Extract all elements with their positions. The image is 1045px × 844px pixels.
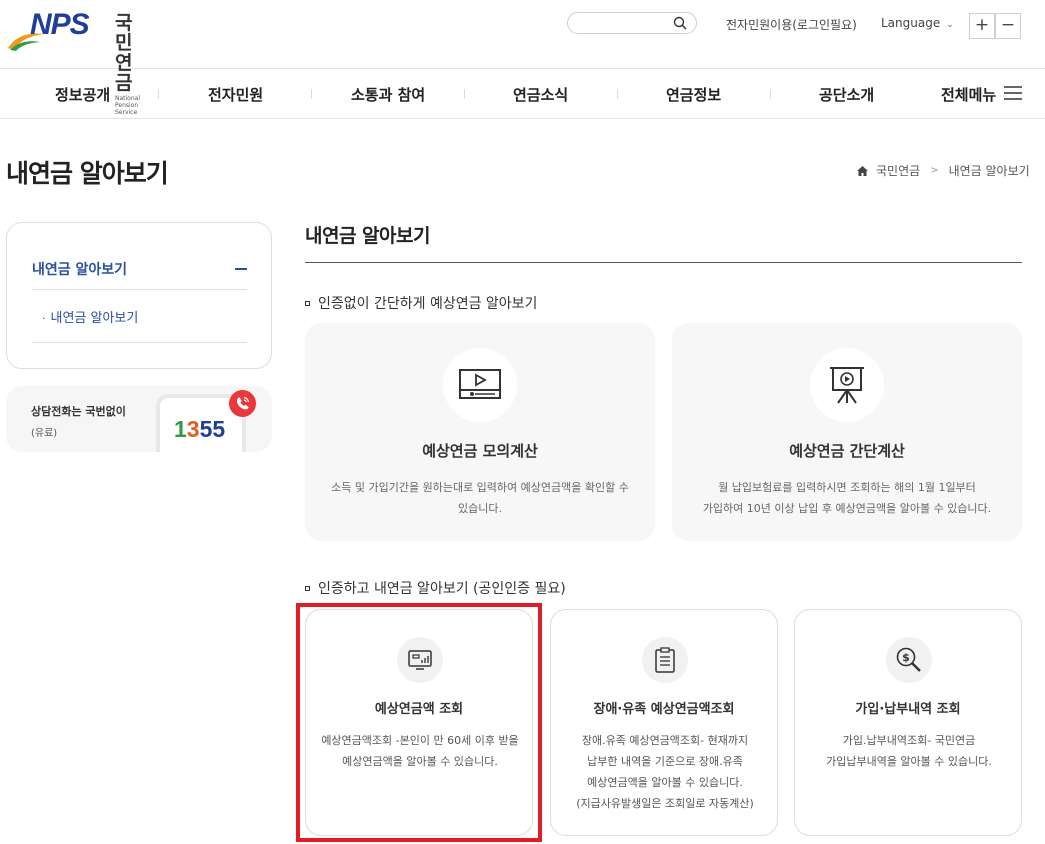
card-title: 예상연금 모의계산: [422, 442, 538, 460]
video-play-icon: [459, 369, 501, 399]
card-title: 장애·유족 예상연금액조회: [593, 702, 735, 717]
nav-divider: [617, 89, 618, 99]
highlight-annotation-box: [296, 603, 542, 842]
phone-call-icon: [229, 390, 256, 417]
page-title: 내연금 알아보기: [6, 159, 169, 188]
icon-circle: [642, 637, 688, 683]
card-title: 가입·납부내역 조회: [855, 702, 961, 717]
call-center-text: 상담전화는 국번없이: [31, 405, 126, 418]
nav-item-pension-info[interactable]: 연금정보: [666, 84, 721, 105]
square-bullet-icon: [305, 585, 310, 591]
zoom-in-button[interactable]: +: [969, 13, 995, 39]
bullet-icon: ·: [42, 312, 46, 325]
call-center-number: 1355: [174, 416, 226, 442]
divider: [32, 289, 247, 290]
language-label: Language: [881, 16, 941, 30]
nav-divider: [464, 89, 465, 99]
section-heading: 인증하고 내연금 알아보기 (공인인증 필요): [305, 578, 566, 598]
section-heading-text: 인증없이 간단하게 예상연금 알아보기: [318, 296, 538, 312]
logo-mark: NPS: [6, 8, 106, 52]
nav-item-pension-news[interactable]: 연금소식: [513, 84, 568, 105]
divider: [32, 342, 247, 343]
nav-item-info-disclosure[interactable]: 정보공개: [55, 84, 110, 105]
presentation-play-icon: [830, 367, 864, 404]
nav-item-eservice[interactable]: 전자민원: [208, 84, 263, 105]
section-heading: 인증없이 간단하게 예상연금 알아보기: [305, 293, 537, 313]
header: NPS 국민연금 National Pension Service 전자민원이용…: [0, 0, 1045, 116]
card-pension-simulation[interactable]: 예상연금 모의계산 소득 및 가입기간을 원하는대로 입력하여 예상연금액을 확…: [305, 323, 655, 541]
card-description: 소득 및 가입기간을 원하는대로 입력하여 예상연금액을 확인할 수 있습니다.: [331, 481, 629, 515]
icon-circle: [810, 348, 884, 422]
title-divider: [305, 262, 1022, 263]
chevron-right-icon: >: [930, 165, 939, 176]
breadcrumb-item[interactable]: 내연금 알아보기: [949, 162, 1030, 179]
hamburger-menu-icon[interactable]: [1004, 85, 1022, 101]
card-pension-simple-calc[interactable]: 예상연금 간단계산 월 납입보험료를 입력하시면 조회하는 해의 1월 1일부터…: [672, 323, 1022, 541]
side-menu-item-label: 내연금 알아보기: [50, 311, 139, 326]
icon-circle: $: [886, 637, 932, 683]
nav-item-communication[interactable]: 소통과 참여: [351, 84, 425, 105]
nav-divider: [158, 89, 159, 99]
nps-logo[interactable]: NPS 국민연금 National Pension Service: [6, 8, 140, 116]
side-menu-item[interactable]: · 내연금 알아보기: [42, 307, 138, 326]
side-menu: 내연금 알아보기 · 내연금 알아보기: [6, 222, 272, 369]
nav-item-about[interactable]: 공단소개: [819, 84, 874, 105]
side-menu-title[interactable]: 내연금 알아보기: [32, 259, 127, 279]
card-title: 예상연금 간단계산: [789, 442, 905, 460]
zoom-out-button[interactable]: −: [995, 13, 1021, 39]
card-enrollment-payment-history[interactable]: $ 가입·납부내역 조회 가입.납부내역조회- 국민연금 가입납부내역을 알아볼…: [794, 609, 1022, 836]
breadcrumb-item[interactable]: 국민연금: [876, 162, 920, 179]
money-search-icon: $: [896, 647, 921, 672]
card-description: 장애.유족 예상연금액조회- 현재까지 납부한 내역을 기준으로 장애.유족 예…: [576, 734, 754, 810]
call-center-fee-note: (유료): [31, 428, 58, 439]
section-heading-text: 인증하고 내연금 알아보기 (공인인증 필요): [318, 581, 566, 597]
nav-divider: [311, 89, 312, 99]
document-list-icon: [655, 647, 675, 673]
nav-divider: [770, 89, 771, 99]
card-description: 월 납입보험료를 입력하시면 조회하는 해의 1월 1일부터 가입하여 10년 …: [702, 481, 992, 515]
card-disability-survivor-inquiry[interactable]: 장애·유족 예상연금액조회 장애.유족 예상연금액조회- 현재까지 납부한 내역…: [550, 609, 778, 836]
card-description: 가입.납부내역조회- 국민연금 가입납부내역을 알아볼 수 있습니다.: [826, 734, 992, 768]
breadcrumb: 국민연금 > 내연금 알아보기: [857, 162, 1030, 179]
logo-text: NPS: [30, 8, 90, 41]
collapse-minus-icon[interactable]: [235, 268, 247, 270]
search-icon[interactable]: [673, 16, 687, 30]
content-title: 내연금 알아보기: [305, 225, 430, 247]
square-bullet-icon: [305, 300, 310, 306]
eservice-login-link[interactable]: 전자민원이용(로그인필요): [726, 16, 857, 33]
nav-item-all-menu[interactable]: 전체메뉴: [941, 84, 996, 105]
svg-text:$: $: [902, 651, 910, 664]
search-input[interactable]: [567, 12, 697, 34]
home-icon[interactable]: [857, 165, 868, 176]
language-select[interactable]: Language ⌄: [881, 16, 954, 30]
icon-circle: [443, 348, 517, 422]
chevron-down-icon: ⌄: [946, 20, 954, 30]
main-nav: 정보공개 전자민원 소통과 참여 연금소식 연금정보 공단소개 전체메뉴: [0, 69, 1045, 119]
